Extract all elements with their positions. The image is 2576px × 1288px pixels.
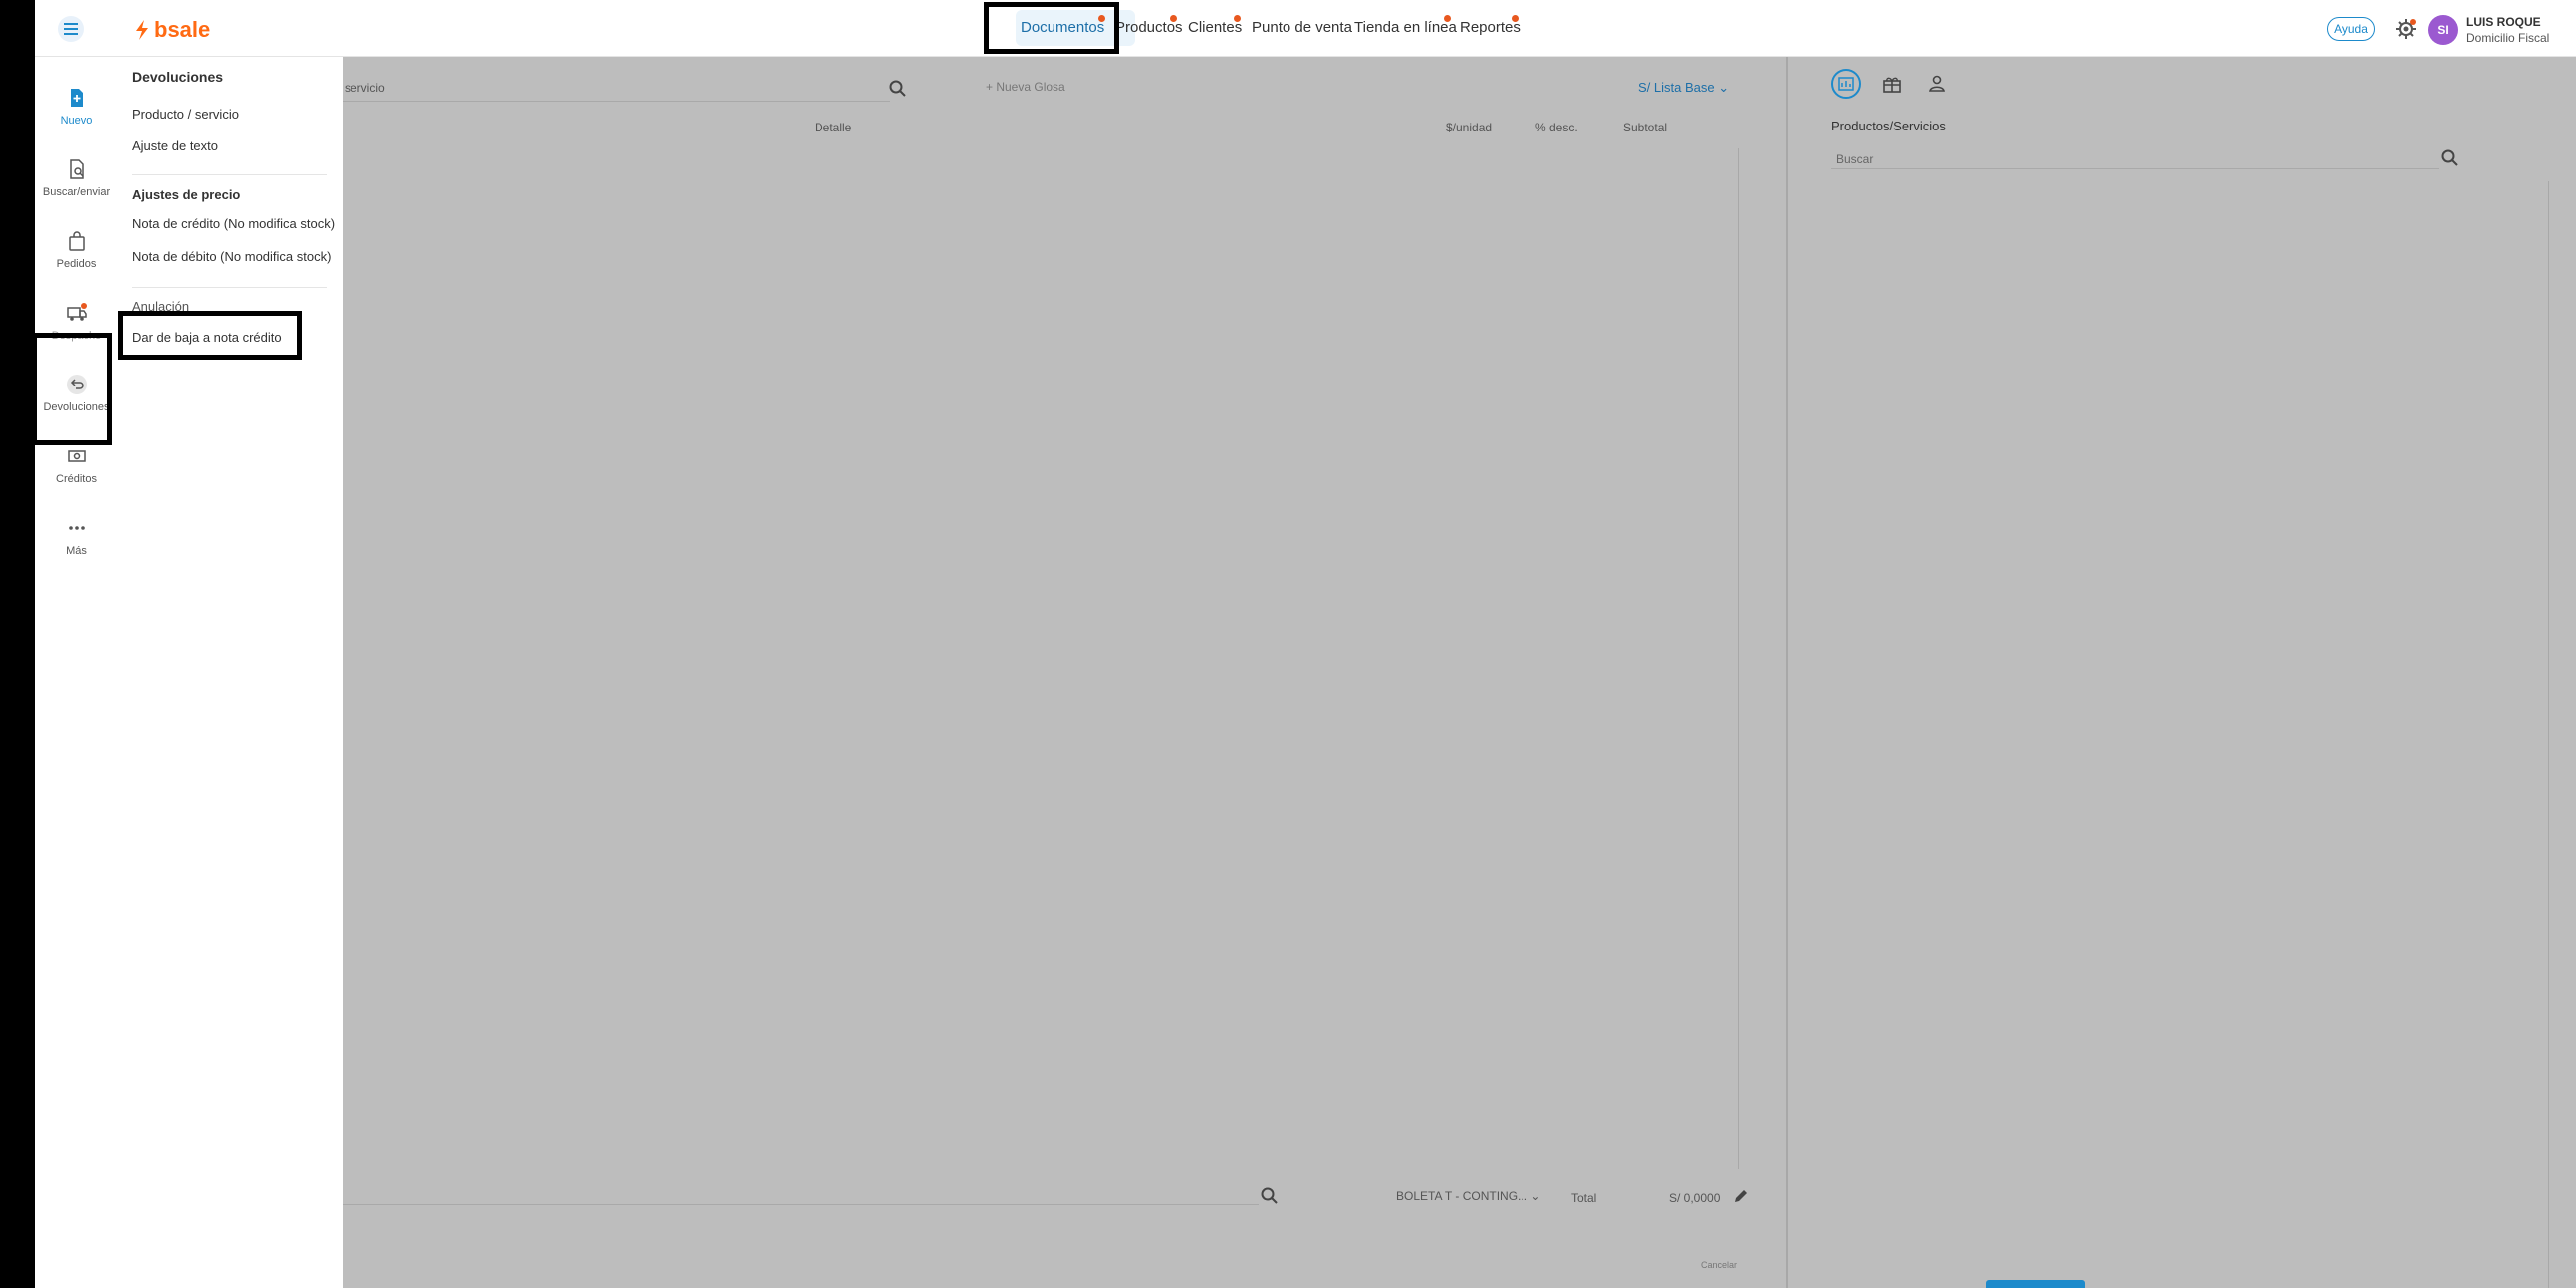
dropdown-item-nota-credito[interactable]: Nota de crédito (No modifica stock) [132, 216, 335, 231]
top-header: bsale Documentos Productos Clientes Punt… [35, 0, 2576, 57]
rail-item-creditos[interactable]: Créditos [35, 445, 117, 485]
settings-gear-icon[interactable] [2392, 15, 2420, 43]
confirm-button[interactable]: Confirmar [1986, 1280, 2085, 1288]
footer-search-underline [343, 1204, 1259, 1205]
notification-dot [1444, 15, 1451, 22]
panel-divider [1786, 57, 1788, 1288]
cancel-link[interactable]: Cancelar [1701, 1260, 1737, 1270]
rail-item-label: Pedidos [56, 258, 97, 270]
right-panel-title: Productos/Servicios [1831, 119, 1946, 133]
bag-icon [68, 231, 85, 251]
dropdown-section-devoluciones: Devoluciones [132, 69, 224, 85]
dropdown-item-producto-servicio[interactable]: Producto / servicio [132, 107, 239, 122]
brand-logo[interactable]: bsale [134, 16, 210, 44]
column-descuento: % desc. [1535, 121, 1578, 134]
column-subtotal: Subtotal [1623, 121, 1668, 134]
column-detalle: Detalle [815, 121, 852, 134]
total-value: S/ 0,0000 [1669, 1191, 1721, 1205]
new-document-icon [70, 89, 83, 107]
price-list-select[interactable]: S/ Lista Base ⌄ [1638, 80, 1729, 96]
highlight-box-devoluciones [32, 333, 112, 445]
dropdown-divider [132, 174, 327, 175]
devoluciones-dropdown: Devoluciones Producto / servicio Ajuste … [117, 57, 343, 1288]
document-type-label: BOLETA T - CONTING... [1396, 1189, 1528, 1203]
right-panel-scroll-track[interactable] [2548, 181, 2549, 1288]
main-content-overlay: servicio + Nueva Glosa S/ Lista Base ⌄ D… [343, 57, 2576, 1288]
right-search-underline [1831, 168, 2439, 169]
gift-icon[interactable] [1881, 73, 1903, 95]
customer-icon[interactable] [1926, 73, 1948, 95]
left-rail: Nuevo Buscar/enviar Pedidos Despacho Dev… [35, 57, 117, 1288]
user-avatar[interactable]: SI [2428, 15, 2458, 45]
truck-icon [66, 303, 87, 321]
nav-reportes[interactable]: Reportes [1460, 19, 1521, 36]
total-label: Total [1571, 1191, 1597, 1205]
search-underline [343, 101, 890, 102]
search-document-icon [69, 159, 84, 179]
edit-pencil-icon[interactable] [1733, 1188, 1749, 1204]
nueva-glosa-label: Nueva Glosa [996, 80, 1065, 94]
help-button[interactable]: Ayuda [2327, 17, 2375, 41]
hamburger-menu-icon[interactable] [55, 15, 87, 43]
document-type-select[interactable]: BOLETA T - CONTING... ⌄ [1396, 1189, 1540, 1203]
rail-item-label: Más [66, 545, 87, 557]
right-panel-search-input[interactable]: Buscar [1836, 152, 1873, 166]
items-scroll-track[interactable] [1738, 148, 1739, 1169]
user-name[interactable]: LUIS ROQUE [2466, 15, 2541, 29]
nav-punto-de-venta[interactable]: Punto de venta [1252, 19, 1352, 36]
rail-item-label: Nuevo [60, 115, 93, 127]
catalog-view-icon[interactable] [1831, 69, 1861, 99]
dropdown-item-nota-debito[interactable]: Nota de débito (No modifica stock) [132, 249, 331, 264]
rail-item-pedidos[interactable]: Pedidos [35, 230, 117, 270]
user-fiscal-address: Domicilio Fiscal [2466, 31, 2550, 45]
dropdown-divider [132, 287, 327, 288]
notification-dot [1512, 15, 1519, 22]
dropdown-item-ajuste-de-texto[interactable]: Ajuste de texto [132, 138, 218, 153]
money-icon [67, 450, 86, 462]
more-icon [68, 526, 85, 530]
rail-item-mas[interactable]: Más [35, 517, 117, 557]
highlight-box-documentos [984, 2, 1119, 54]
footer-search-icon[interactable] [1260, 1186, 1280, 1206]
rail-item-label: Créditos [56, 473, 97, 485]
rail-item-nuevo[interactable]: Nuevo [35, 87, 117, 127]
notification-dot [1234, 15, 1241, 22]
nueva-glosa-button[interactable]: + Nueva Glosa [986, 80, 1065, 94]
price-list-label: S/ Lista Base [1638, 80, 1715, 95]
nav-clientes[interactable]: Clientes [1188, 19, 1242, 36]
nav-tienda-en-linea[interactable]: Tienda en línea [1354, 19, 1457, 36]
column-unidad: $/unidad [1446, 121, 1493, 134]
right-search-icon[interactable] [2440, 148, 2459, 168]
rail-item-buscar-enviar[interactable]: Buscar/enviar [35, 158, 117, 198]
highlight-box-dar-de-baja [118, 311, 302, 360]
brand-name: bsale [154, 17, 211, 42]
notification-dot [1170, 15, 1177, 22]
search-icon[interactable] [888, 79, 908, 99]
rail-item-label: Buscar/enviar [42, 186, 111, 198]
bolt-icon [136, 20, 148, 40]
product-search-input[interactable]: servicio [345, 81, 385, 95]
dropdown-section-ajustes-precio: Ajustes de precio [132, 187, 241, 202]
